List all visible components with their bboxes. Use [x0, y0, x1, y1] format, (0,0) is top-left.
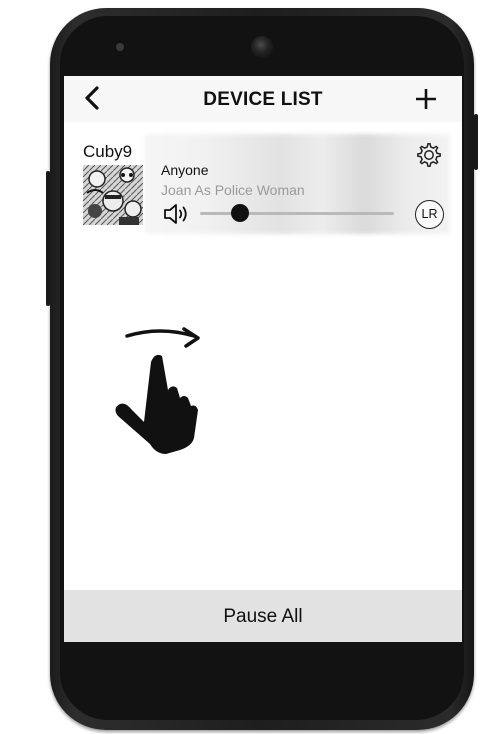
bottom-bar: Pause All [64, 590, 462, 642]
pause-all-label: Pause All [223, 606, 303, 627]
pause-all-button[interactable]: Pause All [64, 590, 462, 642]
gear-icon[interactable] [415, 141, 443, 169]
top-bar: DEVICE LIST [64, 76, 462, 122]
track-title: Anyone [161, 162, 209, 178]
album-art[interactable] [83, 165, 143, 225]
album-art-image [83, 165, 143, 225]
swipe-hand-icon [115, 327, 200, 454]
channel-badge[interactable]: LR [415, 200, 444, 229]
volume-slider-track[interactable] [200, 212, 394, 215]
front-camera [251, 36, 273, 58]
device-name: Cuby9 [83, 142, 133, 161]
plus-icon[interactable] [414, 87, 438, 111]
page-title: DEVICE LIST [203, 89, 323, 110]
speaker-icon[interactable] [163, 202, 191, 226]
sensor-dot [116, 43, 124, 51]
volume-slider-thumb[interactable] [231, 204, 249, 222]
track-artist: Joan As Police Woman [161, 182, 305, 198]
phone-side-button-right [474, 114, 478, 170]
